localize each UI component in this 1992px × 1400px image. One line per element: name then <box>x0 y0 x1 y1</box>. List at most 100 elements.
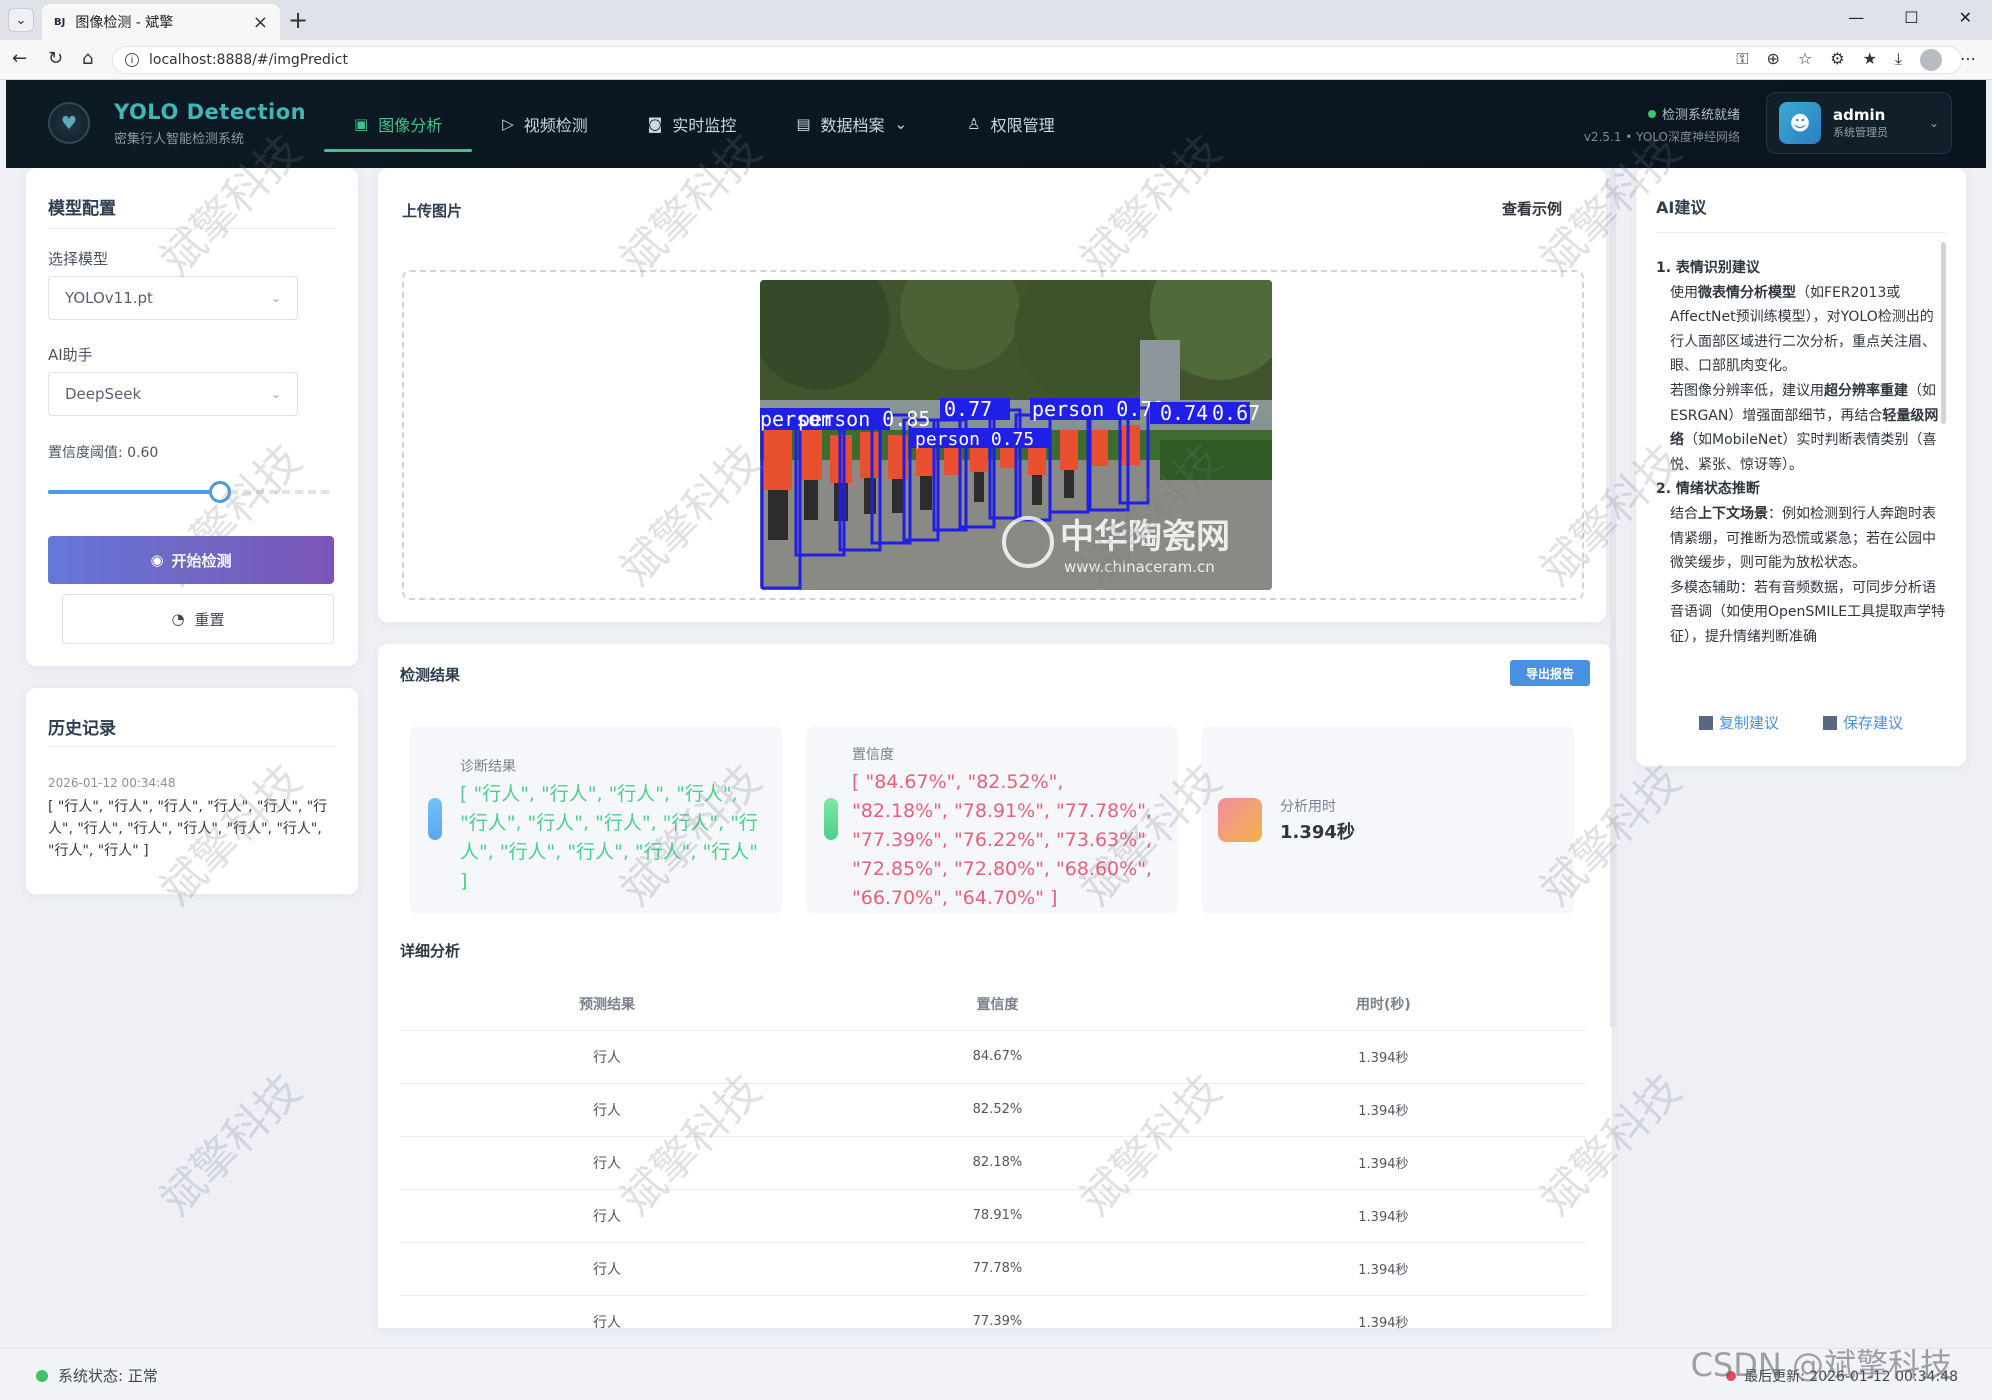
nav-realtime-monitor[interactable]: ◙ 实时监控 <box>618 80 767 168</box>
reset-icon: ◔ <box>171 610 185 628</box>
camera-icon: ◙ <box>647 115 663 133</box>
assistant-select[interactable]: DeepSeek ⌄ <box>48 372 298 416</box>
slider-fill <box>48 490 220 494</box>
model-config-card: 模型配置 选择模型 YOLOv11.pt ⌄ AI助手 DeepSeek ⌄ 置… <box>26 168 358 666</box>
save-suggestion-button[interactable]: 保存建议 <box>1823 712 1903 733</box>
browser-tab[interactable]: BJ 图像检测 - 斌擎 × <box>42 4 280 40</box>
favorite-star-icon[interactable]: ☆ <box>1798 49 1812 71</box>
divider <box>48 228 336 229</box>
system-status-text: 检测系统就绪 <box>1661 108 1740 123</box>
reset-button[interactable]: ◔ 重置 <box>62 594 334 644</box>
table-row[interactable]: 行人 77.78% 1.394秒 <box>400 1242 1586 1296</box>
chevron-down-icon: ⌄ <box>270 387 281 401</box>
chevron-down-icon: ⌄ <box>270 291 281 305</box>
ai-heading: 2. 情绪状态推断 <box>1656 481 1760 498</box>
app-header: ♥ YOLO Detection 密集行人智能检测系统 ▣ 图像分析 ▷ 视频检… <box>6 80 1986 168</box>
cell-confidence: 82.52% <box>814 1083 1181 1137</box>
history-item[interactable]: [ "行人", "行人", "行人", "行人", "行人", "行人", "行… <box>48 796 340 862</box>
url-input[interactable]: i localhost:8888/#/imgPredict <box>112 46 1962 74</box>
cell-confidence: 84.67% <box>814 1030 1181 1084</box>
nav-video-detection[interactable]: ▷ 视频检测 <box>472 80 618 168</box>
divider <box>48 746 336 747</box>
chevron-down-icon: ⌄ <box>894 115 908 133</box>
history-time: 2026-01-12 00:34:48 <box>48 776 176 790</box>
close-window-icon[interactable]: ✕ <box>1959 8 1972 27</box>
ai-suggestion-card: AI建议 1. 表情识别建议 使用微表情分析模型（如FER2013或Affect… <box>1636 168 1966 766</box>
ai-suggestion-text: 1. 表情识别建议 使用微表情分析模型（如FER2013或AffectNet预训… <box>1656 256 1946 686</box>
home-icon[interactable]: ⌂ <box>82 48 93 69</box>
user-icon: ♙ <box>967 115 981 133</box>
nav-image-analysis[interactable]: ▣ 图像分析 <box>324 80 473 168</box>
cell-label: 行人 <box>400 1242 815 1296</box>
upload-drop-zone[interactable]: person person 0.85 0.77 person 0.79 0.74… <box>402 270 1584 600</box>
ai-actions: 复制建议 保存建议 <box>1636 712 1966 733</box>
results-card: 检测结果 导出报告 诊断结果 [ "行人", "行人", "行人", "行人",… <box>378 644 1612 1349</box>
cell-time: 1.394秒 <box>1180 1083 1586 1137</box>
diagnosis-bar <box>428 798 442 840</box>
tab-favicon-icon: BJ <box>54 16 66 28</box>
footer-status: 系统状态: 正常 <box>36 1365 158 1386</box>
download-icon[interactable]: ⤓ <box>1895 49 1902 71</box>
brand-subtitle: 密集行人智能检测系统 <box>114 132 245 147</box>
back-icon[interactable]: ← <box>12 48 27 69</box>
logo-icon: ♥ <box>48 102 90 144</box>
zoom-icon[interactable]: ⊕ <box>1766 49 1779 71</box>
window-controls: — ☐ ✕ <box>1848 8 1972 27</box>
play-circle-icon: ▷ <box>502 115 514 133</box>
tab-list-button[interactable]: ⌄ <box>8 8 34 32</box>
diagnosis-value: [ "行人", "行人", "行人", "行人", "行人", "行人", "行… <box>460 783 758 892</box>
confidence-stat-value: [ "84.67%", "82.52%", "82.18%", "78.91%"… <box>852 771 1152 909</box>
profile-avatar[interactable] <box>1920 49 1942 71</box>
cell-time: 1.394秒 <box>1180 1242 1586 1296</box>
image-icon: ▣ <box>354 115 369 133</box>
csdn-watermark: CSDN @斌擎科技 <box>1690 1346 1952 1384</box>
start-detection-button[interactable]: ◉ 开始检测 <box>48 536 334 584</box>
export-report-button[interactable]: 导出报告 <box>1510 660 1590 686</box>
user-menu[interactable]: ☻ admin 系统管理员 ⌄ <box>1766 92 1952 154</box>
tab-close-icon[interactable]: × <box>253 12 268 33</box>
reset-button-label: 重置 <box>194 610 225 629</box>
ai-scrollbar[interactable] <box>1941 242 1946 424</box>
new-tab-icon[interactable]: + <box>288 6 308 34</box>
table-row[interactable]: 行人 84.67% 1.394秒 <box>400 1030 1586 1084</box>
favorites-list-icon[interactable]: ★ <box>1863 49 1877 71</box>
confidence-slider[interactable] <box>48 481 334 503</box>
refresh-icon[interactable]: ↻ <box>48 48 63 69</box>
table-header-row: 预测结果 置信度 用时(秒) <box>400 978 1586 1031</box>
model-label: 选择模型 <box>48 250 109 268</box>
model-select[interactable]: YOLOv11.pt ⌄ <box>48 276 298 320</box>
nav-label: 权限管理 <box>990 116 1055 135</box>
cell-label: 行人 <box>400 1189 815 1243</box>
watermark: 斌擎科技 <box>150 1064 312 1226</box>
cell-time: 1.394秒 <box>1180 1030 1586 1084</box>
cell-confidence: 78.91% <box>814 1189 1181 1243</box>
nav-data-archive[interactable]: ▤ 数据档案 ⌄ <box>766 80 937 168</box>
table-row[interactable]: 行人 82.52% 1.394秒 <box>400 1083 1586 1137</box>
browser-tab-bar: ⌄ BJ 图像检测 - 斌擎 × + — ☐ ✕ <box>0 0 1992 40</box>
copy-suggestion-button[interactable]: 复制建议 <box>1698 712 1779 733</box>
detection-image-svg: person person 0.85 0.77 person 0.79 0.74… <box>760 280 1272 590</box>
column-header: 用时(秒) <box>1180 978 1586 1031</box>
maximize-icon[interactable]: ☐ <box>1904 8 1918 27</box>
table-row[interactable]: 行人 82.18% 1.394秒 <box>400 1136 1586 1190</box>
slider-thumb[interactable] <box>208 481 231 503</box>
view-example-link[interactable]: 查看示例 <box>1502 198 1562 219</box>
site-info-icon[interactable]: i <box>125 53 139 67</box>
more-menu-icon[interactable]: ⋯ <box>1960 49 1976 71</box>
ai-paragraph: 多模态辅助：若有音频数据，可同步分析语音语调（如使用OpenSMILE工具提取声… <box>1670 579 1946 645</box>
history-title: 历史记录 <box>48 719 116 739</box>
table-row[interactable]: 行人 77.39% 1.394秒 <box>400 1295 1586 1349</box>
footer-status-text: 系统状态: 正常 <box>58 1367 158 1385</box>
detection-result-image: person person 0.85 0.77 person 0.79 0.74… <box>760 280 1272 590</box>
url-text: localhost:8888/#/imgPredict <box>149 52 348 68</box>
confidence-label: 置信度阈值: 0.60 <box>48 445 159 461</box>
nav-permission-management[interactable]: ♙ 权限管理 <box>937 80 1084 168</box>
box-label: 0.77 <box>944 397 992 421</box>
minimize-icon[interactable]: — <box>1848 8 1864 27</box>
key-icon[interactable]: ⚿ <box>1736 49 1748 71</box>
extensions-icon[interactable]: ⚙ <box>1830 49 1844 71</box>
status-dot-icon <box>36 1369 48 1382</box>
main-scrollbar[interactable] <box>1610 168 1616 1028</box>
table-row[interactable]: 行人 78.91% 1.394秒 <box>400 1189 1586 1243</box>
column-header: 置信度 <box>814 978 1181 1031</box>
